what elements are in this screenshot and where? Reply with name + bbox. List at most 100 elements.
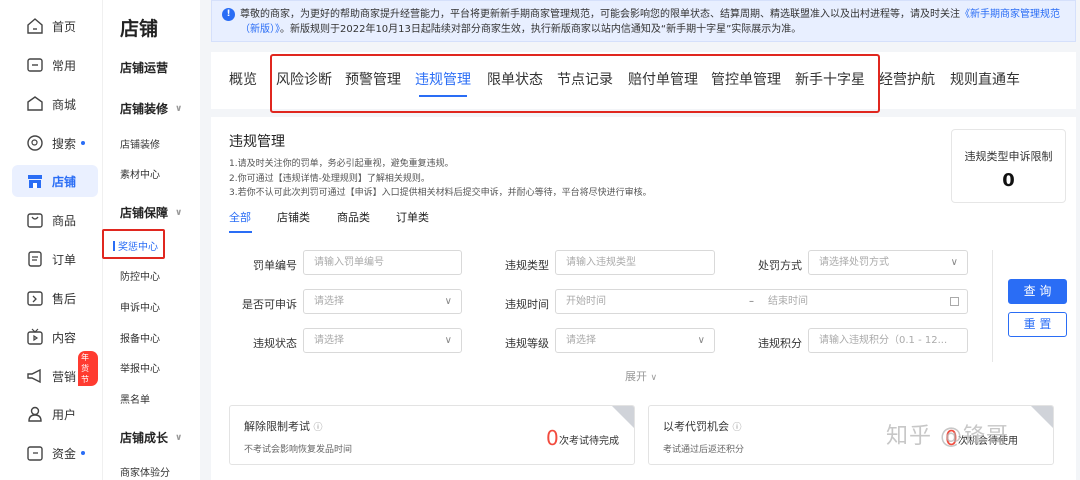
chevron-down-icon: ∨ [650, 373, 658, 383]
subnav-title: 店铺 [120, 18, 159, 40]
notice-text: 。新版规则于2022年10月13日起陆续对部分商家生效，执行新版商家以站内信通知… [280, 24, 802, 35]
nav-item-marketing[interactable]: 营销 年货节 [12, 351, 98, 392]
nav-label: 常用 [52, 58, 77, 73]
pending-exam-count: 0 [546, 426, 559, 450]
nav-label: 首页 [52, 19, 77, 34]
new-dot [81, 141, 86, 145]
goods-icon [26, 211, 44, 229]
chevron-down-icon: ∨ [175, 103, 183, 114]
nav-label: 资金 [52, 446, 77, 461]
page-title: 违规管理 [229, 134, 285, 150]
card-subtitle: 考试通过后返还积分 [663, 445, 745, 455]
violation-type-input[interactable]: 请输入违规类型 [555, 250, 715, 275]
nav-label: 用户 [52, 407, 77, 422]
violation-status-label: 违规状态 [253, 337, 297, 350]
store-icon [26, 172, 44, 190]
help-icon: ⓘ [313, 423, 323, 433]
appeal-limit-card: 违规类型申诉限制 0 [951, 129, 1066, 203]
subnav-group-decoration[interactable]: 店铺装修 ∨ [120, 100, 182, 117]
nav-item-wallet[interactable]: 资金 [12, 437, 98, 469]
card-corner [612, 406, 634, 428]
marketing-icon [26, 367, 44, 385]
penalty-method-label: 处罚方式 [758, 259, 802, 272]
subnav-item-experience[interactable]: 商家体验分 [120, 464, 170, 479]
nav-item-frequent[interactable]: 常用 [12, 49, 98, 81]
nav-item-search[interactable]: 搜索 [12, 127, 98, 159]
expand-toggle[interactable]: 展开 ∨ [625, 368, 657, 384]
exam-card[interactable]: 解除限制考试 ⓘ 不考试会影响恢复发品时间 0 次考试待完成 [229, 405, 635, 465]
order-icon [26, 250, 44, 268]
appeal-limit-value: 0 [1002, 170, 1015, 191]
nav-item-aftersale[interactable]: 售后 [12, 282, 98, 314]
subnav-group-operation[interactable]: 店铺运营 [120, 59, 168, 76]
subnav-group-growth[interactable]: 店铺成长 ∨ [120, 429, 182, 446]
help-icon: ⓘ [732, 423, 742, 433]
card-subtitle: 不考试会影响恢复发品时间 [244, 445, 353, 455]
divider [992, 250, 993, 362]
range-separator: – [749, 296, 754, 307]
subnav-item-risk[interactable]: 防控中心 [120, 268, 160, 283]
violation-level-select[interactable]: 请选择 ∨ [555, 328, 715, 353]
tab-overview[interactable]: 概览 [229, 69, 257, 89]
nav-label: 营销 [52, 369, 77, 384]
nav-item-content[interactable]: 内容 [12, 321, 98, 353]
subnav-item-appeal[interactable]: 申诉中心 [120, 299, 160, 314]
subnav-item-report[interactable]: 举报中心 [120, 360, 160, 375]
tip-line: 3.若你不认可此次判罚可通过【申诉】入口提供相关材料后提交申诉，并耐心等待，平台… [229, 188, 652, 198]
violation-level-label: 违规等级 [505, 337, 549, 350]
calendar-icon [950, 297, 959, 306]
filter-tab-order[interactable]: 订单类 [396, 209, 429, 225]
notice-bar: ! 尊敬的商家，为更好的帮助商家提升经营能力，平台将更新新手期商家管理规范，可能… [211, 0, 1076, 42]
query-button[interactable]: 查 询 [1008, 279, 1067, 304]
subnav-group-guarantee[interactable]: 店铺保障 ∨ [120, 204, 182, 221]
subnav-item-decoration[interactable]: 店铺装修 [120, 136, 160, 151]
filter-tab-store[interactable]: 店铺类 [277, 209, 310, 225]
card-title: 解除限制考试 ⓘ [244, 420, 323, 433]
nav-item-user[interactable]: 用户 [12, 398, 98, 430]
violation-points-label: 违规积分 [758, 337, 802, 350]
subnav-item-report-filing[interactable]: 报备中心 [120, 330, 160, 345]
nav-item-order[interactable]: 订单 [12, 243, 98, 275]
nav-item-goods[interactable]: 商品 [12, 204, 98, 236]
expand-label: 展开 [625, 370, 647, 383]
main-nav: 首页 常用 商城 搜索 店铺 商品 订单 售后 内容 营销 年货节 用户 资金 [0, 0, 102, 480]
select-placeholder: 请选择 [566, 335, 596, 346]
tab-escort[interactable]: 经营护航 [879, 69, 935, 89]
card-corner [1031, 406, 1053, 428]
appeal-limit-label: 违规类型申诉限制 [964, 150, 1053, 163]
violation-type-label: 违规类型 [505, 259, 549, 272]
aftersale-icon [26, 289, 44, 307]
group-label: 店铺保障 [120, 206, 169, 220]
nav-item-home[interactable]: 首页 [12, 10, 98, 42]
mall-icon [26, 95, 44, 113]
penalty-method-select[interactable]: 请选择处罚方式 ∨ [808, 250, 968, 275]
violation-points-input[interactable]: 请输入违规积分（0.1 - 12... [808, 328, 968, 353]
reset-button[interactable]: 重 置 [1008, 312, 1067, 337]
subnav-item-material[interactable]: 素材中心 [120, 166, 160, 181]
chevron-down-icon: ∨ [175, 207, 183, 218]
search-icon [26, 134, 44, 152]
nav-item-store[interactable]: 店铺 [12, 165, 98, 197]
tip-line: 2.你可通过【违规详情-处理规则】了解相关规则。 [229, 174, 430, 184]
penalty-no-input[interactable]: 请输入罚单编号 [303, 250, 462, 275]
highlight-box [102, 229, 165, 259]
appealable-label: 是否可申诉 [242, 298, 297, 311]
home-icon [26, 17, 44, 35]
folder-icon [26, 56, 44, 74]
violation-status-select[interactable]: 请选择 ∨ [303, 328, 462, 353]
new-dot [81, 451, 86, 455]
group-label: 店铺装修 [120, 102, 169, 116]
nav-label: 内容 [52, 330, 77, 345]
chevron-down-icon: ∨ [444, 296, 452, 307]
user-icon [26, 405, 44, 423]
filter-tab-all[interactable]: 全部 [229, 209, 251, 225]
filter-tab-goods[interactable]: 商品类 [337, 209, 370, 225]
appealable-select[interactable]: 请选择 ∨ [303, 289, 462, 314]
chevron-down-icon: ∨ [175, 432, 183, 443]
nav-item-mall[interactable]: 商城 [12, 88, 98, 120]
chevron-down-icon: ∨ [444, 335, 452, 346]
subnav-item-blacklist[interactable]: 黑名单 [120, 391, 150, 406]
penalty-no-label: 罚单编号 [253, 259, 297, 272]
tab-rules[interactable]: 规则直通车 [950, 69, 1020, 89]
violation-time-range[interactable]: 开始时间 – 结束时间 [555, 289, 968, 314]
